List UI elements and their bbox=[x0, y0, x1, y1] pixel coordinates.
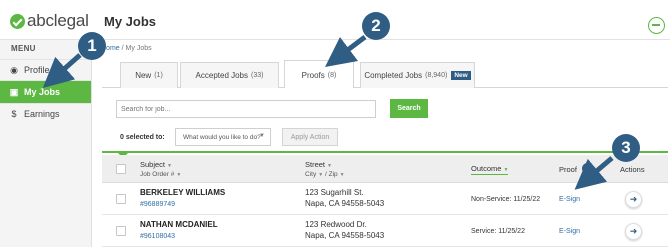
callout-badge-2: 2 bbox=[362, 12, 390, 40]
callout-arrow-2 bbox=[325, 35, 367, 67]
callout-badge-3: 3 bbox=[612, 134, 640, 162]
callout-arrow-1 bbox=[42, 53, 82, 88]
callout-arrow-3 bbox=[574, 156, 614, 190]
callout-badge-1: 1 bbox=[78, 32, 106, 60]
